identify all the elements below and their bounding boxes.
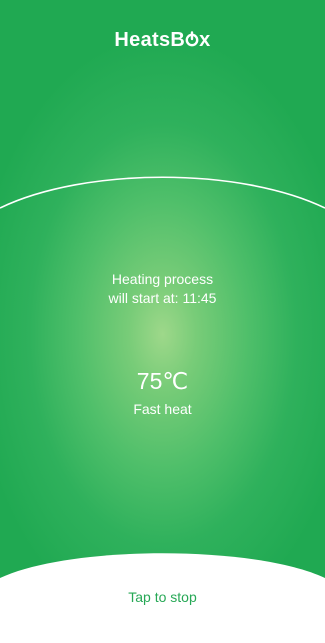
app-header: HeatsB x — [0, 0, 325, 95]
heating-screen: HeatsB x Heating process will start at: … — [0, 0, 325, 643]
status-line-1: Heating process — [111, 271, 214, 287]
heating-mode: Fast heat — [133, 401, 192, 417]
stop-button-label: Tap to stop — [128, 589, 197, 605]
heating-status: Heating process will start at: 11:45 — [0, 270, 325, 308]
brand-name-prefix: HeatsB — [114, 29, 186, 51]
status-line-2: will start at: 11:45 — [108, 290, 217, 306]
top-arc-divider — [0, 170, 325, 230]
power-icon — [185, 30, 199, 47]
stop-button[interactable]: Tap to stop — [0, 548, 325, 643]
brand-logo: HeatsB x — [0, 29, 325, 52]
temperature-value: 75℃ — [136, 368, 189, 394]
brand-name-suffix: x — [199, 29, 211, 51]
